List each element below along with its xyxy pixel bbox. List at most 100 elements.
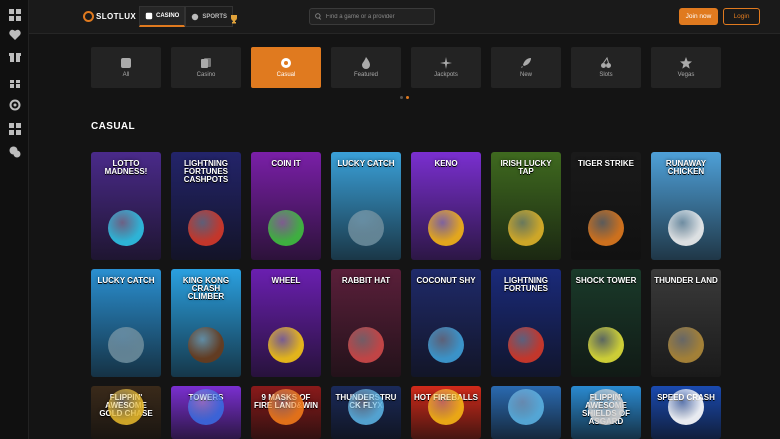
game-tile[interactable]: Lucky Catch: [91, 269, 161, 377]
game-title: Lightning Fortunes: [504, 276, 548, 293]
login-button[interactable]: Login: [723, 8, 760, 25]
category-label: Casual: [276, 72, 296, 78]
game-art: [668, 210, 704, 246]
game-title: Rabbit Hat: [341, 276, 391, 285]
target-icon[interactable]: [8, 98, 21, 111]
sidebar: [0, 0, 29, 439]
category-label: Jackpots: [434, 72, 458, 78]
gift-box-icon[interactable]: [8, 76, 21, 89]
carousel-dot-active[interactable]: [406, 96, 409, 99]
game-tile[interactable]: Thunderstruck FlyX: [331, 386, 401, 439]
game-art: [668, 327, 704, 363]
game-tile[interactable]: Flippin' Awesome Shields of Asgard: [571, 386, 641, 439]
game-art: [268, 210, 304, 246]
game-art: [508, 210, 544, 246]
game-title: Lotto Madness!: [104, 159, 148, 176]
tab-casino[interactable]: CASINO: [139, 6, 186, 27]
game-art: [588, 389, 624, 425]
game-title: Thunder Land: [654, 276, 718, 285]
category-label: All: [122, 72, 130, 78]
game-tile[interactable]: Irish Lucky Tap: [491, 152, 561, 260]
fire-icon: [362, 57, 370, 69]
heart-icon[interactable]: [8, 28, 21, 41]
game-art: [108, 389, 144, 425]
game-tile[interactable]: Lightning Fortunes: [491, 269, 561, 377]
grid-icon[interactable]: [8, 122, 21, 135]
game-tile[interactable]: Keno: [411, 152, 481, 260]
game-tile[interactable]: Lightning Fortunes Cashpots: [171, 152, 241, 260]
category-vegas[interactable]: Vegas: [651, 47, 721, 88]
category-label: Featured: [353, 72, 378, 78]
category-jackpots[interactable]: Jackpots: [411, 47, 481, 88]
game-title: Keno: [434, 159, 458, 168]
game-art: [348, 327, 384, 363]
chat-icon[interactable]: [8, 145, 21, 158]
game-art: [668, 389, 704, 425]
ball-icon: [281, 58, 291, 68]
gift-icon[interactable]: [8, 50, 21, 63]
game-art: [348, 389, 384, 425]
category-new[interactable]: New: [491, 47, 561, 88]
game-art: [268, 327, 304, 363]
game-tile[interactable]: Hot Fireballs: [411, 386, 481, 439]
join-now-button[interactable]: Join now: [679, 8, 718, 25]
dice-icon: [145, 12, 153, 20]
logo[interactable]: SLOTLUX: [83, 11, 136, 22]
carousel-dot[interactable]: [400, 96, 403, 99]
tab-sports-label: SPORTS: [202, 13, 228, 20]
nav-tabs: CASINO SPORTS: [139, 6, 234, 27]
game-art: [108, 210, 144, 246]
category-label: New: [519, 72, 532, 78]
category-all[interactable]: All: [91, 47, 161, 88]
game-art: [108, 327, 144, 363]
game-title: Wheel: [271, 276, 301, 285]
game-tile[interactable]: Runaway Chicken: [651, 152, 721, 260]
game-tile[interactable]: Tiger Strike: [571, 152, 641, 260]
dice-icon: [121, 58, 131, 68]
game-tile[interactable]: Coconut Shy: [411, 269, 481, 377]
category-casual[interactable]: Casual: [251, 47, 321, 88]
game-art: [348, 210, 384, 246]
star-icon: [680, 57, 692, 69]
game-tile[interactable]: Rabbit Hat: [331, 269, 401, 377]
carousel-dots: [400, 96, 409, 99]
game-art: [428, 327, 464, 363]
trophy-icon[interactable]: [229, 11, 239, 29]
game-tile[interactable]: Flippin' Awesome Gold Chase: [91, 386, 161, 439]
game-tile[interactable]: 9 Masks of Fire Land&Win: [251, 386, 321, 439]
game-title: Shock Tower: [575, 276, 637, 285]
game-title: Lightning Fortunes Cashpots: [183, 159, 229, 184]
category-featured[interactable]: Featured: [331, 47, 401, 88]
tab-casino-label: CASINO: [156, 13, 180, 19]
grid-icon[interactable]: [8, 8, 21, 21]
game-art: [588, 327, 624, 363]
game-tile[interactable]: Shock Tower: [571, 269, 641, 377]
section-title: CASUAL: [91, 121, 136, 132]
game-art: [508, 327, 544, 363]
game-art: [188, 210, 224, 246]
game-title: Lucky Catch: [97, 276, 155, 285]
game-art: [588, 210, 624, 246]
game-tile[interactable]: Lotto Madness!: [91, 152, 161, 260]
game-title: Runaway Chicken: [665, 159, 707, 176]
cards-icon: [201, 58, 211, 68]
game-tile[interactable]: King Kong Crash Climber: [171, 269, 241, 377]
rocket-icon: [521, 58, 531, 68]
game-tile[interactable]: Thunder Land: [651, 269, 721, 377]
tab-sports[interactable]: SPORTS: [185, 6, 234, 27]
game-tile[interactable]: [491, 386, 561, 439]
game-art: [428, 389, 464, 425]
game-art: [428, 210, 464, 246]
search-input[interactable]: [325, 13, 434, 20]
game-tile[interactable]: Speed Crash: [651, 386, 721, 439]
game-tile[interactable]: Lucky Catch: [331, 152, 401, 260]
game-tile[interactable]: Towers: [171, 386, 241, 439]
logo-text: SLOTLUX: [96, 12, 137, 21]
game-title: Coin It: [271, 159, 301, 168]
game-tile[interactable]: Coin It: [251, 152, 321, 260]
category-casino[interactable]: Casino: [171, 47, 241, 88]
category-slots[interactable]: Slots: [571, 47, 641, 88]
search-bar[interactable]: [309, 8, 435, 25]
game-tile[interactable]: Wheel: [251, 269, 321, 377]
category-label: Vegas: [677, 72, 695, 78]
